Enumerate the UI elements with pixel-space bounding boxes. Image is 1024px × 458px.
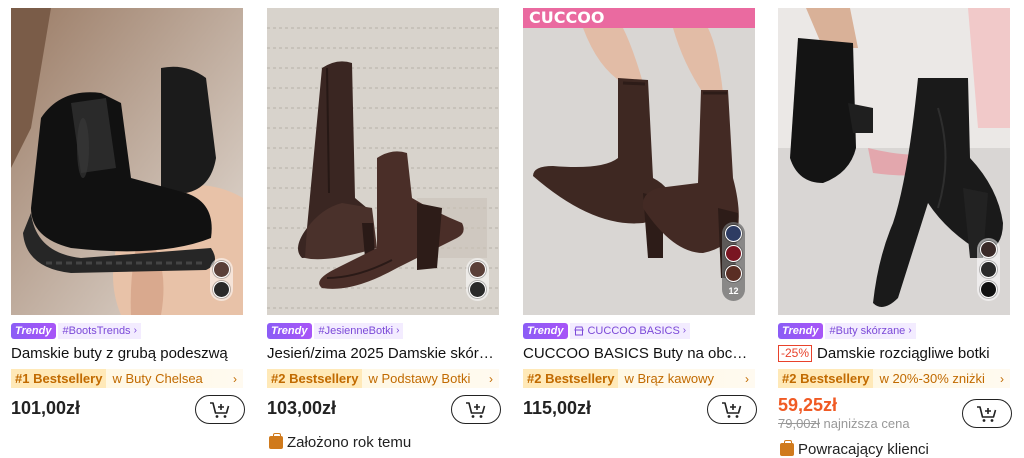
color-swatch[interactable]	[469, 261, 486, 278]
product-grid: Trendy #BootsTrends › Damskie buty z grub…	[0, 0, 1024, 458]
bestseller-rank: #2 Bestsellery	[778, 369, 874, 388]
chevron-right-icon: ›	[489, 371, 493, 386]
brand-store-label: CUCCOO BASICS	[587, 324, 680, 337]
hashtag-link[interactable]: #Buty skórzane ›	[825, 322, 916, 339]
product-image[interactable]: CUCCOO 12	[523, 8, 755, 315]
seller-note-text: Powracający klienci	[798, 441, 929, 458]
trendy-badge: Trendy	[267, 322, 313, 339]
hashtag-link[interactable]: #BootsTrends ›	[58, 322, 141, 339]
color-swatches	[210, 258, 233, 301]
product-photo-black-stretch-sock-boots	[778, 8, 1010, 315]
chevron-right-icon: ›	[1000, 371, 1004, 386]
tag-row: Trendy #Buty skórzane ›	[778, 322, 916, 339]
product-title[interactable]: -25% Damskie rozciągliwe botki	[778, 344, 1010, 363]
color-swatch[interactable]	[980, 281, 997, 298]
hashtag-label: #BootsTrends	[62, 324, 131, 337]
color-swatch[interactable]	[469, 281, 486, 298]
product-title-text: CUCCOO BASICS Buty na obcasie	[523, 345, 755, 362]
old-price-value: 79,00zł	[778, 416, 820, 431]
hashtag-label: #Buty skórzane	[829, 324, 906, 337]
product-price: 103,00zł	[267, 398, 337, 418]
bestseller-rank: #2 Bestsellery	[267, 369, 363, 388]
color-swatch[interactable]	[725, 245, 742, 262]
product-image[interactable]	[267, 8, 499, 315]
add-to-cart-icon	[977, 405, 997, 422]
product-price: 115,00zł	[523, 398, 592, 418]
brand-banner: CUCCOO	[529, 8, 604, 27]
hashtag-label: #JesienneBotki	[318, 324, 394, 337]
tag-row: Trendy #JesienneBotki ›	[267, 322, 404, 339]
product-card[interactable]: CUCCOO 12 Trendy CUCCOO BASICS › CUCCOO B…	[523, 0, 757, 458]
brand-store-link[interactable]: CUCCOO BASICS ›	[570, 322, 691, 339]
product-image[interactable]	[778, 8, 1010, 315]
bestseller-category: w Brąz kawowy	[624, 371, 715, 386]
briefcase-icon	[269, 433, 283, 449]
bestseller-category: w Buty Chelsea	[112, 371, 203, 386]
chevron-right-icon: ›	[396, 325, 400, 336]
product-title-text: Damskie buty z grubą podeszwą	[11, 345, 228, 362]
color-swatch[interactable]	[980, 241, 997, 258]
product-photo-coffee-knit-sock-boots: CUCCOO	[523, 8, 755, 315]
bestseller-row[interactable]: #2 Bestsellery w Podstawy Botki ›	[267, 369, 499, 388]
trendy-badge: Trendy	[778, 322, 824, 339]
color-swatch[interactable]	[980, 261, 997, 278]
product-card[interactable]: Trendy #JesienneBotki › Jesień/zima 2025 …	[267, 0, 501, 458]
old-price: 79,00zł najniższa cena	[778, 416, 910, 431]
color-swatch[interactable]	[725, 225, 742, 242]
discount-badge: -25%	[778, 345, 813, 362]
product-image[interactable]	[11, 8, 243, 315]
sale-price: 59,25zł	[778, 395, 838, 415]
chevron-right-icon: ›	[745, 371, 749, 386]
color-swatches: 12	[722, 222, 745, 301]
product-title[interactable]: Damskie buty z grubą podeszwą	[11, 344, 243, 363]
product-card[interactable]: Trendy #BootsTrends › Damskie buty z grub…	[11, 0, 245, 458]
add-to-cart-icon	[466, 401, 486, 418]
bestseller-rank: #2 Bestsellery	[523, 369, 619, 388]
add-to-cart-button[interactable]	[195, 395, 245, 424]
chevron-right-icon: ›	[233, 371, 237, 386]
tag-row: Trendy CUCCOO BASICS ›	[523, 322, 691, 339]
trendy-badge: Trendy	[523, 322, 569, 339]
add-to-cart-icon	[722, 401, 742, 418]
product-title[interactable]: Jesień/zima 2025 Damskie skórzane	[267, 344, 499, 363]
chevron-right-icon: ›	[908, 325, 912, 336]
old-price-note: najniższa cena	[823, 416, 910, 431]
product-card[interactable]: Trendy #Buty skórzane › -25% Damskie rozci…	[778, 0, 1012, 458]
chevron-right-icon: ›	[682, 325, 687, 336]
swatch-count[interactable]: 12	[725, 285, 742, 298]
store-icon	[574, 326, 585, 335]
seller-note-text: Założono rok temu	[287, 434, 412, 451]
add-to-cart-button[interactable]	[962, 399, 1012, 428]
product-title-text: Jesień/zima 2025 Damskie skórzane	[267, 345, 499, 362]
bestseller-row[interactable]: #2 Bestsellery w 20%-30% zniżki ›	[778, 369, 1010, 388]
color-swatch[interactable]	[213, 281, 230, 298]
product-title[interactable]: CUCCOO BASICS Buty na obcasie	[523, 344, 755, 363]
trendy-badge: Trendy	[11, 322, 57, 339]
color-swatch[interactable]	[213, 261, 230, 278]
briefcase-icon	[780, 440, 794, 456]
seller-note: Założono rok temu	[269, 433, 412, 451]
product-title-text: Damskie rozciągliwe botki	[817, 345, 990, 362]
seller-note: Powracający klienci	[780, 440, 929, 458]
bestseller-category: w 20%-30% zniżki	[879, 371, 985, 386]
color-swatches	[977, 238, 1000, 301]
chevron-right-icon: ›	[133, 325, 137, 336]
add-to-cart-button[interactable]	[451, 395, 501, 424]
product-photo-black-chelsea-boots	[11, 8, 243, 315]
hashtag-link[interactable]: #JesienneBotki ›	[314, 322, 404, 339]
add-to-cart-button[interactable]	[707, 395, 757, 424]
product-photo-brown-heeled-ankle-boots	[267, 8, 499, 315]
color-swatch[interactable]	[725, 265, 742, 282]
bestseller-row[interactable]: #1 Bestsellery w Buty Chelsea ›	[11, 369, 243, 388]
bestseller-rank: #1 Bestsellery	[11, 369, 107, 388]
add-to-cart-icon	[210, 401, 230, 418]
color-swatches	[466, 258, 489, 301]
tag-row: Trendy #BootsTrends ›	[11, 322, 141, 339]
product-price: 101,00zł	[11, 398, 81, 418]
bestseller-category: w Podstawy Botki	[368, 371, 471, 386]
bestseller-row[interactable]: #2 Bestsellery w Brąz kawowy ›	[523, 369, 755, 388]
